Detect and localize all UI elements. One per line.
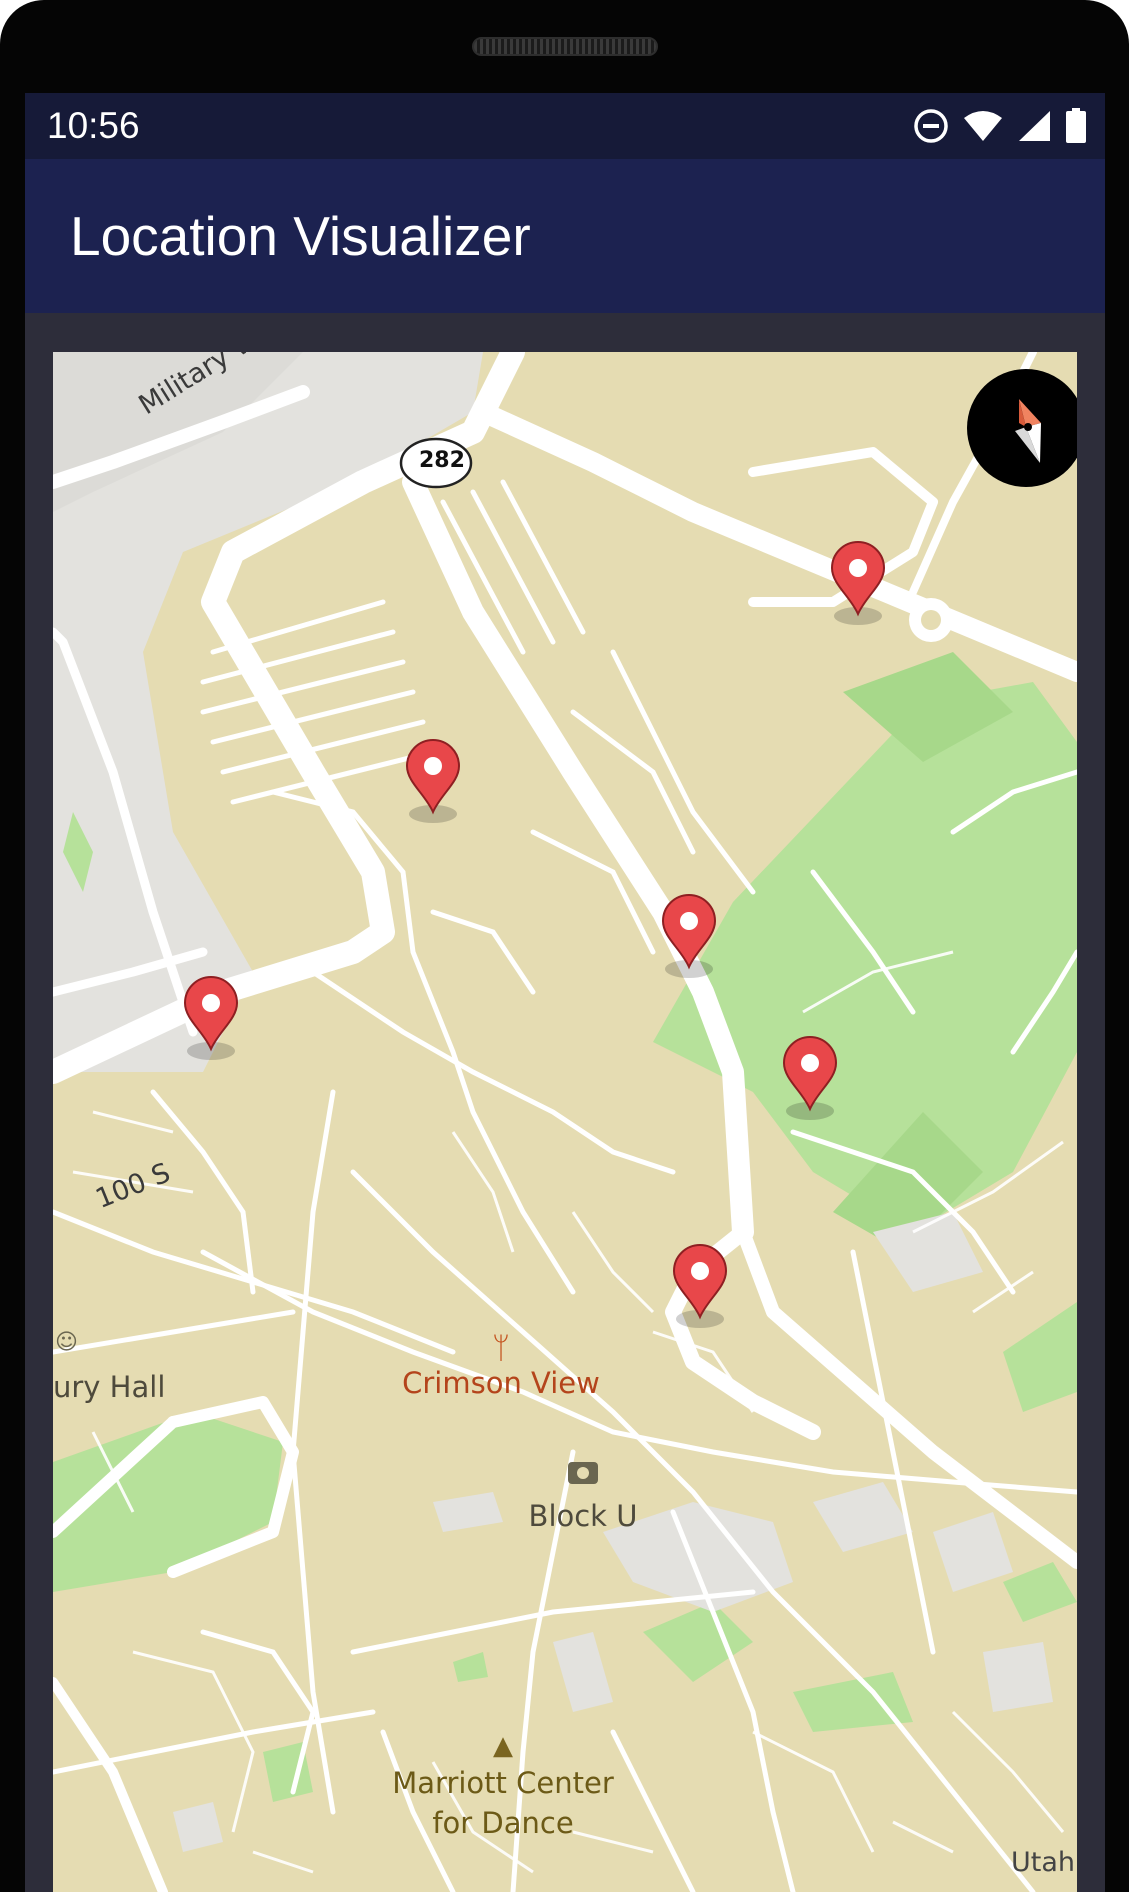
do-not-disturb-icon bbox=[913, 108, 949, 144]
location-marker-1[interactable] bbox=[828, 538, 888, 626]
restaurant-icon: ᛘ bbox=[492, 1331, 510, 1366]
app-title: Location Visualizer bbox=[70, 205, 531, 267]
app-bar: Location Visualizer bbox=[25, 159, 1105, 313]
map-base-layer bbox=[53, 352, 1077, 1892]
poi-label-hall: ☺ ury Hall bbox=[53, 1330, 166, 1404]
status-bar: 10:56 bbox=[25, 93, 1105, 159]
poi-block-u[interactable]: Block U bbox=[513, 1462, 653, 1533]
wifi-icon bbox=[963, 110, 1003, 142]
poi-block-u-label: Block U bbox=[528, 1499, 638, 1533]
location-marker-5[interactable] bbox=[780, 1033, 840, 1121]
road-label-utah: Utah bbox=[1011, 1847, 1076, 1878]
screen: 10:56 Location Visualizer 282 100 S Utah… bbox=[25, 93, 1105, 1892]
status-time: 10:56 bbox=[47, 105, 140, 146]
school-icon: ▲ bbox=[493, 1731, 513, 1761]
phone-frame: 10:56 Location Visualizer 282 100 S Utah… bbox=[0, 0, 1129, 1892]
poi-marriott-line1: Marriott Center bbox=[392, 1766, 614, 1800]
location-marker-6[interactable] bbox=[670, 1241, 730, 1329]
compass-icon bbox=[1015, 399, 1041, 463]
map-view[interactable]: Military Way 282 100 S Utah ☺ury Hall ᛘ … bbox=[53, 352, 1077, 1892]
camera-icon bbox=[568, 1462, 598, 1484]
poi-crimson-view[interactable]: ᛘ Crimson View bbox=[401, 1331, 601, 1401]
poi-marriott-center[interactable]: ▲ Marriott Center for Dance bbox=[353, 1729, 653, 1843]
poi-crimson-view-label: Crimson View bbox=[402, 1366, 600, 1400]
location-marker-2[interactable] bbox=[403, 736, 463, 824]
speaker-grille bbox=[472, 37, 658, 56]
status-icons bbox=[913, 108, 1087, 144]
highway-shield-282: 282 bbox=[419, 448, 465, 473]
location-marker-4[interactable] bbox=[181, 973, 241, 1061]
battery-icon bbox=[1065, 108, 1087, 144]
signal-icon bbox=[1017, 110, 1051, 142]
poi-hall-text: ury Hall bbox=[53, 1370, 166, 1404]
location-marker-3[interactable] bbox=[659, 891, 719, 979]
poi-marriott-line2: for Dance bbox=[432, 1806, 574, 1840]
theater-icon: ☺ bbox=[55, 1330, 78, 1355]
compass-button[interactable] bbox=[967, 369, 1077, 487]
